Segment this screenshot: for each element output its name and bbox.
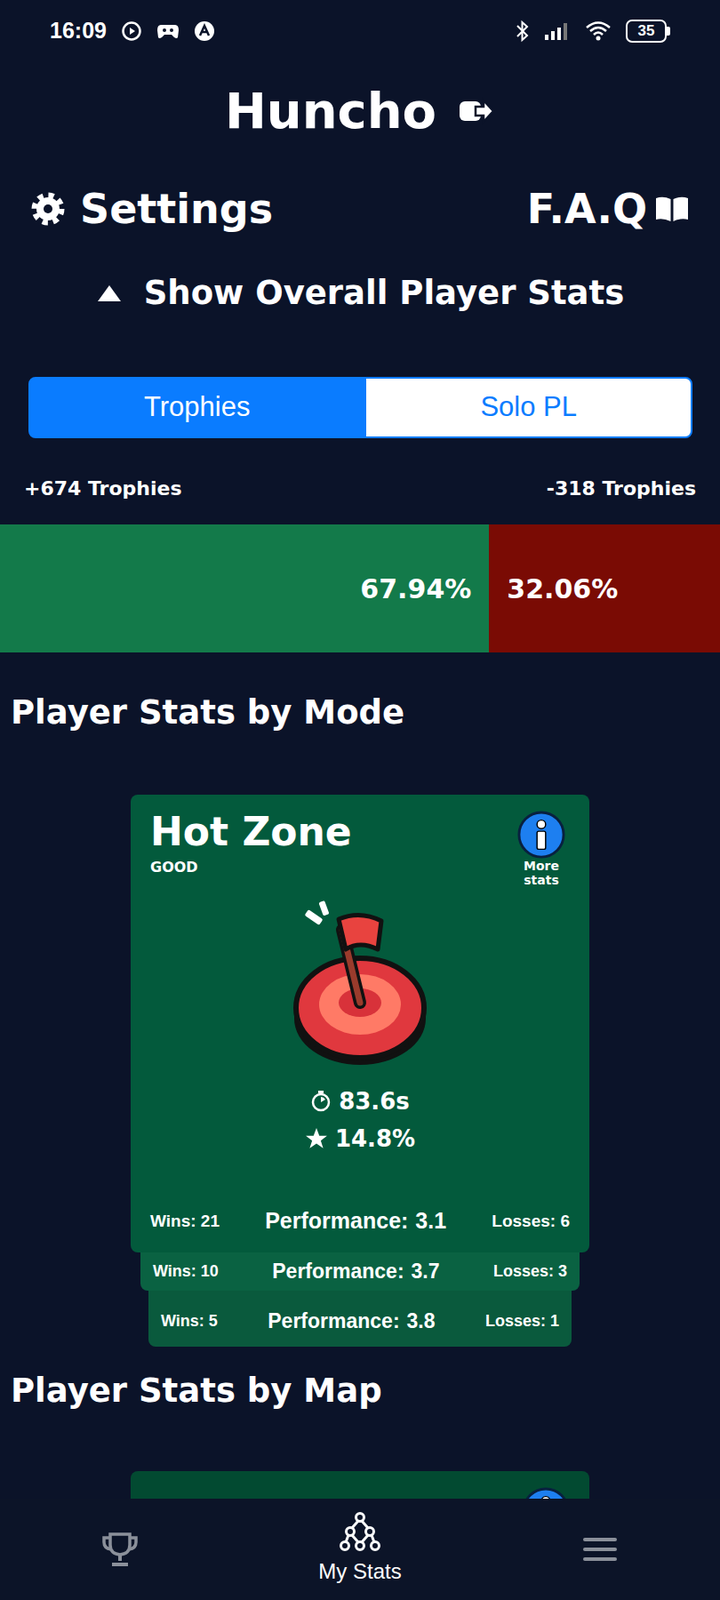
map-heading-text: Player Stats by Map [10, 1366, 383, 1416]
bluetooth-icon [515, 19, 530, 43]
performance-score: Performance:3.7 [272, 1256, 440, 1288]
card-stats-row: Wins: 21 Performance:3.1 Losses: 6 [150, 1204, 570, 1239]
book-icon [654, 193, 690, 224]
time-stat: 83.6s [150, 1086, 570, 1117]
performance-score: Performance:3.8 [267, 1305, 435, 1337]
play-icon [120, 20, 143, 42]
wins-count: Wins: 21 [150, 1208, 220, 1235]
mode-tab[interactable]: Trophies [28, 376, 366, 439]
mode-heading: Player Stats by Mode [0, 688, 720, 738]
tab-group: TrophiesSolo PL [28, 376, 693, 439]
status-bar: 16:09 35 [0, 0, 720, 63]
mode-title: Hot Zone [150, 810, 352, 854]
performance-score: Performance:3.1 [264, 1204, 447, 1239]
mode-card[interactable]: Hot Zone GOOD More stats 83.6s 14.8 [130, 794, 590, 1253]
losses-count: Losses: 1 [485, 1309, 560, 1334]
trophies-gained: +674 Trophies [24, 473, 183, 504]
history-layers: Wins: 10Performance:3.7Losses: 3Wins: 5P… [0, 1252, 720, 1347]
performance-label: Performance: [267, 1305, 400, 1337]
nav-item[interactable]: My Stats [271, 1511, 449, 1588]
battery-level: 35 [625, 19, 667, 43]
win-segment: 67.94% [0, 524, 489, 653]
bottom-nav: My Stats [0, 1498, 720, 1600]
segment-fill: 67.94% [0, 524, 489, 653]
segment-fill: 32.06% [488, 524, 720, 653]
clock: 16:09 [49, 14, 107, 48]
wins-count: Wins: 10 [152, 1259, 219, 1284]
settings-link[interactable]: Settings [30, 178, 273, 240]
faq-link[interactable]: F.A.Q [527, 178, 690, 240]
settings-label[interactable]: Settings [80, 178, 273, 240]
performance-value: 3.1 [415, 1204, 447, 1239]
profile-header: Huncho [0, 71, 720, 152]
overall-stats-label[interactable]: Show Overall Player Stats [144, 268, 625, 319]
trophy-ratio-bar: 67.94% 32.06% [0, 524, 720, 653]
average-time: 83.6s [338, 1086, 410, 1117]
menu-icon [579, 1528, 621, 1570]
stats-row: Wins: 10 Performance:3.7 Losses: 3 [152, 1256, 568, 1288]
star-stat: 14.8% [150, 1123, 570, 1154]
nav-item[interactable] [511, 1528, 689, 1570]
star-player-rate: 14.8% [335, 1123, 416, 1154]
trophy-summary: +674 Trophies -318 Trophies [0, 470, 720, 506]
app-logo-icon [193, 20, 216, 42]
hot-zone-icon [271, 894, 449, 1072]
stopwatch-icon [310, 1089, 332, 1113]
gear-icon [30, 191, 66, 227]
mode-tab[interactable]: Solo PL [364, 376, 693, 439]
star-icon [304, 1127, 328, 1151]
info-icon [517, 810, 566, 859]
losses-count: Losses: 3 [493, 1259, 568, 1284]
stats-row: Wins: 5 Performance:3.8 Losses: 1 [160, 1305, 560, 1337]
caret-up-icon [96, 282, 123, 304]
performance-label: Performance: [264, 1204, 408, 1239]
performance-value: 3.8 [407, 1305, 436, 1337]
faq-label[interactable]: F.A.Q [527, 178, 648, 240]
segment-percent: 32.06% [506, 568, 618, 609]
player-name: Huncho [224, 73, 437, 149]
signal-icon [544, 20, 571, 42]
nav-item[interactable] [31, 1528, 209, 1570]
battery-indicator: 35 [625, 19, 671, 43]
logout-icon[interactable] [457, 96, 496, 126]
performance-value: 3.7 [411, 1256, 440, 1288]
stats-icon [339, 1511, 381, 1552]
trophies-lost: -318 Trophies [546, 473, 696, 504]
mode-heading-text: Player Stats by Mode [10, 688, 405, 738]
segment-percent: 67.94% [360, 568, 472, 609]
mode-switch: TrophiesSolo PL [28, 376, 693, 439]
overall-stats-toggle[interactable]: Show Overall Player Stats [0, 266, 720, 320]
gamepad-icon [156, 21, 180, 41]
mode-rating: GOOD [150, 856, 352, 879]
losses-count: Losses: 6 [491, 1208, 570, 1235]
loss-segment: 32.06% [488, 524, 720, 653]
stats-row: Wins: 21 Performance:3.1 Losses: 6 [150, 1204, 570, 1239]
more-stats-label[interactable]: More stats [512, 858, 570, 888]
performance-label: Performance: [272, 1256, 404, 1288]
map-heading: Player Stats by Map [0, 1366, 720, 1416]
wifi-icon [584, 20, 612, 42]
history-card[interactable]: Wins: 10 Performance:3.7 Losses: 3 [140, 1252, 580, 1291]
more-stats-button[interactable]: More stats [512, 810, 570, 888]
history-card[interactable]: Wins: 5 Performance:3.8 Losses: 1 [148, 1290, 572, 1347]
trophies-icon [99, 1528, 141, 1570]
wins-count: Wins: 5 [160, 1309, 218, 1334]
links-row: Settings F.A.Q [0, 173, 720, 245]
app-screen: 16:09 35 Huncho Settings F.A.Q [0, 0, 720, 1578]
nav-label[interactable]: My Stats [318, 1555, 401, 1588]
